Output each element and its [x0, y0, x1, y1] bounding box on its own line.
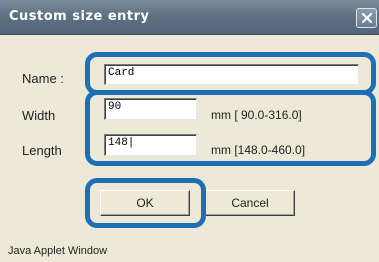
- length-label: Length: [22, 143, 62, 158]
- applet-status: Java Applet Window: [8, 245, 108, 257]
- size-fields-highlight: [85, 90, 376, 166]
- custom-size-dialog: Custom size entry Name : Card Width 90 m…: [0, 0, 379, 262]
- ok-button-highlight: [85, 178, 206, 228]
- cancel-button[interactable]: Cancel: [205, 190, 295, 216]
- name-label: Name :: [22, 71, 64, 86]
- window-title: Custom size entry: [9, 9, 150, 24]
- title-bar[interactable]: Custom size entry: [0, 0, 379, 35]
- close-button[interactable]: [356, 8, 377, 28]
- name-field-highlight: [85, 52, 376, 95]
- close-icon: [361, 12, 373, 24]
- width-label: Width: [22, 108, 56, 123]
